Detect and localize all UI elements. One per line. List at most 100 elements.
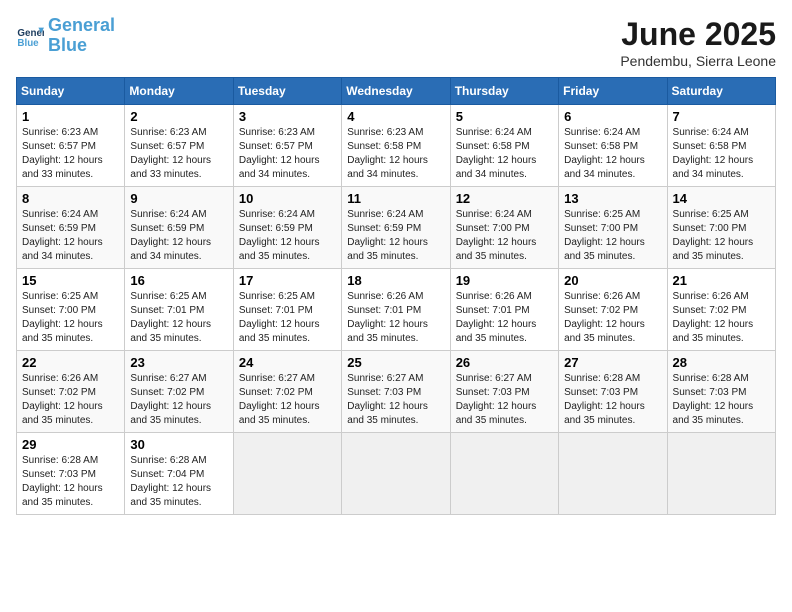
table-row: 8 Sunrise: 6:24 AM Sunset: 6:59 PM Daylig… [17,187,125,269]
table-row: 9Sunrise: 6:24 AM Sunset: 6:59 PM Daylig… [125,187,233,269]
logo-blue: Blue [48,35,87,55]
table-row: 30 Sunrise: 6:28 AM Sunset: 7:04 PM Dayli… [125,433,233,515]
logo-general: General [48,15,115,35]
day-info: Sunrise: 6:23 AM Sunset: 6:57 PM Dayligh… [130,126,227,182]
day-info: Sunrise: 6:24 AM Sunset: 6:59 PM Dayligh… [239,208,336,264]
day-number: 18 [347,273,444,288]
day-info: Sunrise: 6:25 AM Sunset: 7:01 PM Dayligh… [130,290,227,346]
table-row [450,433,558,515]
svg-text:Blue: Blue [17,38,39,49]
table-row: 4 Sunrise: 6:23 AM Sunset: 6:58 PM Daylig… [342,105,450,187]
calendar-week-row: 8 Sunrise: 6:24 AM Sunset: 6:59 PM Daylig… [17,187,776,269]
table-row: 12Sunrise: 6:24 AM Sunset: 7:00 PM Dayli… [450,187,558,269]
day-info: Sunrise: 6:25 AM Sunset: 7:00 PM Dayligh… [564,208,661,264]
table-row: 28 Sunrise: 6:28 AM Sunset: 7:03 PM Dayli… [667,351,775,433]
day-number: 30 [130,437,227,452]
table-row: 5Sunrise: 6:24 AM Sunset: 6:58 PM Daylig… [450,105,558,187]
day-number: 1 [22,109,119,124]
table-row: 23 Sunrise: 6:27 AM Sunset: 7:02 PM Dayli… [125,351,233,433]
day-number: 7 [673,109,770,124]
day-number: 11 [347,191,444,206]
day-number: 24 [239,355,336,370]
day-number: 12 [456,191,553,206]
calendar-week-row: 22 Sunrise: 6:26 AM Sunset: 7:02 PM Dayli… [17,351,776,433]
table-row: 24 Sunrise: 6:27 AM Sunset: 7:02 PM Dayli… [233,351,341,433]
col-sunday: Sunday [17,78,125,105]
table-row: 25 Sunrise: 6:27 AM Sunset: 7:03 PM Dayli… [342,351,450,433]
table-row: 22 Sunrise: 6:26 AM Sunset: 7:02 PM Dayli… [17,351,125,433]
table-row: 16Sunrise: 6:25 AM Sunset: 7:01 PM Dayli… [125,269,233,351]
logo-text-line2: Blue [48,36,115,56]
logo-icon: General Blue [16,22,44,50]
day-number: 21 [673,273,770,288]
calendar-table: Sunday Monday Tuesday Wednesday Thursday… [16,77,776,515]
day-info: Sunrise: 6:26 AM Sunset: 7:02 PM Dayligh… [564,290,661,346]
day-info: Sunrise: 6:28 AM Sunset: 7:04 PM Dayligh… [130,454,227,510]
day-number: 13 [564,191,661,206]
col-tuesday: Tuesday [233,78,341,105]
day-number: 2 [130,109,227,124]
table-row: 27Sunrise: 6:28 AM Sunset: 7:03 PM Dayli… [559,351,667,433]
day-number: 23 [130,355,227,370]
table-row: 29 Sunrise: 6:28 AM Sunset: 7:03 PM Dayli… [17,433,125,515]
table-row [233,433,341,515]
table-row: 3Sunrise: 6:23 AM Sunset: 6:57 PM Daylig… [233,105,341,187]
day-info: Sunrise: 6:26 AM Sunset: 7:01 PM Dayligh… [347,290,444,346]
col-thursday: Thursday [450,78,558,105]
day-info: Sunrise: 6:28 AM Sunset: 7:03 PM Dayligh… [673,372,770,428]
day-info: Sunrise: 6:27 AM Sunset: 7:02 PM Dayligh… [239,372,336,428]
col-monday: Monday [125,78,233,105]
page-header: General Blue General Blue June 2025 Pend… [16,16,776,69]
table-row: 6Sunrise: 6:24 AM Sunset: 6:58 PM Daylig… [559,105,667,187]
day-number: 26 [456,355,553,370]
day-number: 10 [239,191,336,206]
day-info: Sunrise: 6:26 AM Sunset: 7:02 PM Dayligh… [673,290,770,346]
logo-text-line1: General [48,16,115,36]
day-info: Sunrise: 6:25 AM Sunset: 7:01 PM Dayligh… [239,290,336,346]
day-number: 25 [347,355,444,370]
table-row: 2 Sunrise: 6:23 AM Sunset: 6:57 PM Daylig… [125,105,233,187]
day-info: Sunrise: 6:25 AM Sunset: 7:00 PM Dayligh… [673,208,770,264]
day-info: Sunrise: 6:24 AM Sunset: 6:58 PM Dayligh… [456,126,553,182]
day-number: 6 [564,109,661,124]
calendar-week-row: 1 Sunrise: 6:23 AM Sunset: 6:57 PM Daylig… [17,105,776,187]
day-number: 27 [564,355,661,370]
day-number: 19 [456,273,553,288]
table-row: 20 Sunrise: 6:26 AM Sunset: 7:02 PM Dayli… [559,269,667,351]
table-row [559,433,667,515]
day-number: 28 [673,355,770,370]
day-info: Sunrise: 6:24 AM Sunset: 6:59 PM Dayligh… [22,208,119,264]
table-row [667,433,775,515]
day-number: 22 [22,355,119,370]
table-row: 13 Sunrise: 6:25 AM Sunset: 7:00 PM Dayli… [559,187,667,269]
day-info: Sunrise: 6:24 AM Sunset: 6:59 PM Dayligh… [130,208,227,264]
day-info: Sunrise: 6:26 AM Sunset: 7:02 PM Dayligh… [22,372,119,428]
day-number: 20 [564,273,661,288]
day-info: Sunrise: 6:23 AM Sunset: 6:57 PM Dayligh… [22,126,119,182]
month-title: June 2025 [620,16,776,53]
day-number: 15 [22,273,119,288]
day-info: Sunrise: 6:23 AM Sunset: 6:58 PM Dayligh… [347,126,444,182]
table-row: 14 Sunrise: 6:25 AM Sunset: 7:00 PM Dayli… [667,187,775,269]
table-row [342,433,450,515]
day-number: 29 [22,437,119,452]
table-row: 1 Sunrise: 6:23 AM Sunset: 6:57 PM Daylig… [17,105,125,187]
day-info: Sunrise: 6:26 AM Sunset: 7:01 PM Dayligh… [456,290,553,346]
title-area: June 2025 Pendembu, Sierra Leone [620,16,776,69]
col-wednesday: Wednesday [342,78,450,105]
location: Pendembu, Sierra Leone [620,53,776,69]
day-info: Sunrise: 6:27 AM Sunset: 7:02 PM Dayligh… [130,372,227,428]
day-info: Sunrise: 6:28 AM Sunset: 7:03 PM Dayligh… [22,454,119,510]
table-row: 11 Sunrise: 6:24 AM Sunset: 6:59 PM Dayli… [342,187,450,269]
col-friday: Friday [559,78,667,105]
day-number: 3 [239,109,336,124]
table-row: 10 Sunrise: 6:24 AM Sunset: 6:59 PM Dayli… [233,187,341,269]
table-row: 15Sunrise: 6:25 AM Sunset: 7:00 PM Dayli… [17,269,125,351]
day-number: 8 [22,191,119,206]
day-info: Sunrise: 6:24 AM Sunset: 6:59 PM Dayligh… [347,208,444,264]
day-info: Sunrise: 6:27 AM Sunset: 7:03 PM Dayligh… [347,372,444,428]
day-number: 14 [673,191,770,206]
table-row: 26Sunrise: 6:27 AM Sunset: 7:03 PM Dayli… [450,351,558,433]
table-row: 19 Sunrise: 6:26 AM Sunset: 7:01 PM Dayli… [450,269,558,351]
day-number: 4 [347,109,444,124]
